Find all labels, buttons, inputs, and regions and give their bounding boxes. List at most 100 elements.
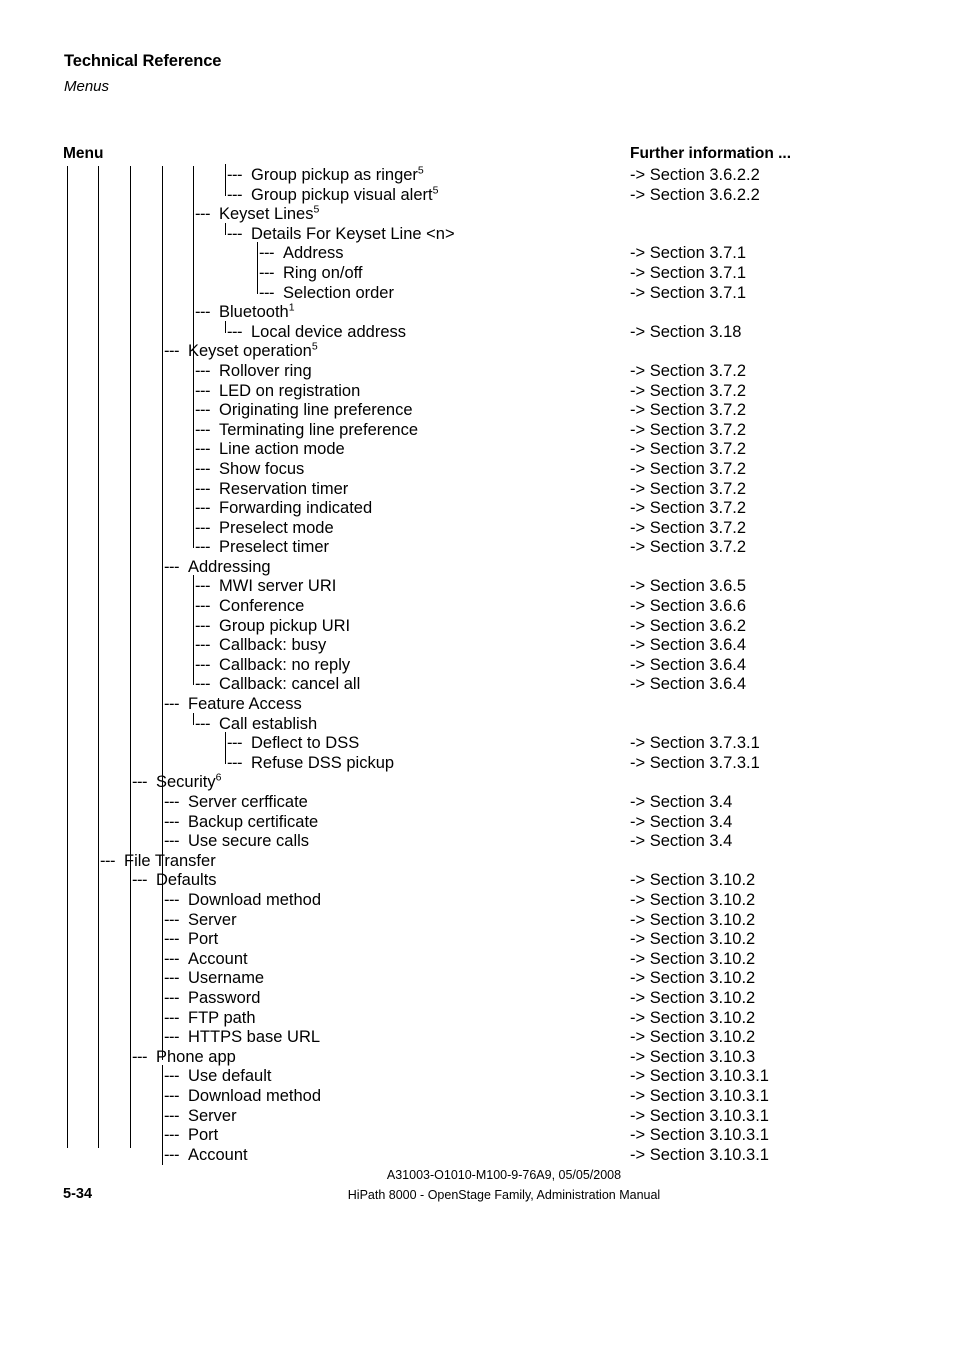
section-reference[interactable]: -> Section 3.7.2 [630, 362, 930, 382]
section-reference[interactable]: -> Section 3.10.2 [630, 969, 930, 989]
menu-item-label: FTP path [188, 1008, 256, 1027]
tree-elbow-connector-icon: --- [162, 1026, 179, 1047]
column-heading-menu: Menu [63, 145, 104, 162]
page-header-title: Technical Reference [64, 52, 222, 70]
section-reference[interactable]: -> Section 3.7.2 [630, 480, 930, 500]
menu-item-label: Use default [188, 1067, 272, 1086]
section-reference[interactable]: -> Section 3.7.1 [630, 264, 930, 284]
section-reference[interactable]: -> Section 3.10.2 [630, 1009, 930, 1029]
section-reference[interactable]: -> Section 3.7.2 [630, 519, 930, 539]
tree-tee-connector-icon: --- [130, 869, 147, 891]
section-reference[interactable]: -> Section 3.18 [630, 323, 930, 343]
section-reference[interactable]: -> Section 3.10.3.1 [630, 1067, 930, 1087]
section-reference[interactable]: -> Section 3.7.2 [630, 538, 930, 558]
footer-document-code: A31003-O1010-M100-9-76A9, 05/05/2008 [386, 1168, 622, 1182]
menu-tree-row: --- Download method [0, 888, 620, 911]
tree-elbow-connector-icon: --- [193, 536, 210, 557]
tree-tee-connector-icon: --- [193, 438, 210, 460]
section-reference[interactable]: -> Section 3.6.4 [630, 636, 930, 656]
section-reference[interactable]: -> Section 3.10.3.1 [630, 1107, 930, 1127]
menu-item-label: Selection order [283, 283, 394, 302]
tree-tee-connector-icon: --- [193, 457, 210, 480]
menu-item-label: Preselect mode [219, 518, 334, 537]
tree-tee-connector-icon: --- [193, 203, 210, 225]
tree-tee-connector-icon: --- [162, 967, 179, 989]
section-reference[interactable]: -> Section 3.10.2 [630, 950, 930, 970]
section-reference[interactable]: -> Section 3.7.2 [630, 382, 930, 402]
section-reference[interactable]: -> Section 3.4 [630, 793, 930, 813]
tree-tee-connector-icon: --- [162, 1084, 179, 1107]
section-reference[interactable]: -> Section 3.7.2 [630, 421, 930, 441]
menu-item-label: Details For Keyset Line <n> [251, 224, 455, 243]
menu-item-label: Password [188, 988, 261, 1007]
tree-elbow-connector-icon: --- [162, 693, 179, 714]
menu-item-label: Reservation timer [219, 479, 349, 498]
menu-tree-row: --- Conference [0, 595, 620, 617]
tree-tee-connector-icon: --- [257, 242, 274, 264]
section-reference[interactable]: -> Section 3.7.3.1 [630, 734, 930, 754]
section-reference[interactable]: -> Section 3.10.2 [630, 891, 930, 911]
tree-elbow-connector-icon: --- [130, 771, 147, 792]
section-reference[interactable]: -> Section 3.7.1 [630, 244, 930, 264]
section-reference[interactable]: -> Section 3.7.2 [630, 440, 930, 460]
menu-item-label: Addressing [188, 557, 271, 576]
tree-elbow-connector-icon: --- [193, 301, 210, 322]
menu-tree-row: --- Addressing [0, 555, 620, 578]
section-reference[interactable]: -> Section 3.6.4 [630, 675, 930, 695]
page-header-subtitle: Menus [64, 78, 110, 95]
tree-tee-connector-icon: --- [225, 164, 242, 186]
section-reference[interactable]: -> Section 3.4 [630, 813, 930, 833]
tree-tee-connector-icon: --- [257, 261, 274, 284]
section-reference[interactable]: -> Section 3.10.2 [630, 871, 930, 891]
tree-tee-connector-icon: --- [193, 614, 210, 637]
section-reference[interactable]: -> Section 3.10.3 [630, 1048, 930, 1068]
tree-elbow-connector-icon: --- [162, 830, 179, 851]
menu-tree-row: --- Reservation timer [0, 477, 620, 500]
menu-tree-row: --- Use secure calls [0, 830, 620, 852]
menu-tree-row: --- HTTPS base URL [0, 1026, 620, 1048]
section-reference[interactable]: -> Section 3.6.4 [630, 656, 930, 676]
footnote-marker: 1 [288, 301, 295, 314]
menu-item-label: Feature Access [188, 695, 302, 714]
section-reference[interactable]: -> Section 3.10.2 [630, 1028, 930, 1048]
menu-item-label: Rollover ring [219, 361, 312, 380]
section-reference[interactable]: -> Section 3.6.6 [630, 597, 930, 617]
section-reference[interactable]: -> Section 3.4 [630, 832, 930, 852]
menu-item-label: HTTPS base URL [188, 1028, 321, 1047]
menu-tree-row: --- Server [0, 908, 620, 931]
section-reference[interactable]: -> Section 3.7.2 [630, 401, 930, 421]
menu-tree-row: --- Originating line preference [0, 399, 620, 421]
section-reference[interactable]: -> Section 3.7.2 [630, 460, 930, 480]
section-reference[interactable]: -> Section 3.6.2.2 [630, 166, 930, 186]
menu-tree-row: --- Deflect to DSS [0, 732, 620, 754]
menu-item-label: Group pickup as ringer5 [251, 164, 424, 184]
section-reference[interactable]: -> Section 3.10.3.1 [630, 1087, 930, 1107]
section-reference[interactable]: -> Section 3.10.2 [630, 911, 930, 931]
section-reference[interactable]: -> Section 3.10.2 [630, 989, 930, 1009]
section-reference[interactable]: -> Section 3.6.5 [630, 577, 930, 597]
section-reference[interactable]: -> Section 3.6.2 [630, 617, 930, 637]
menu-tree-row: --- Callback: busy [0, 634, 620, 656]
section-reference[interactable]: -> Section 3.7.3.1 [630, 754, 930, 774]
menu-item-label: Ring on/off [283, 263, 363, 282]
tree-tee-connector-icon: --- [193, 477, 210, 500]
tree-tee-connector-icon: --- [162, 810, 179, 833]
menu-item-label: Originating line preference [219, 401, 413, 420]
tree-elbow-connector-icon: --- [225, 751, 242, 772]
column-heading-further-information: Further information ... [630, 145, 792, 162]
menu-tree-row: --- Account [0, 1143, 620, 1166]
menu-item-label: Server [188, 910, 237, 929]
tree-elbow-connector-icon: --- [193, 712, 210, 733]
menu-tree-row: --- Callback: no reply [0, 653, 620, 676]
section-reference[interactable]: -> Section 3.10.2 [630, 930, 930, 950]
section-reference[interactable]: -> Section 3.7.1 [630, 284, 930, 304]
section-reference-empty [630, 205, 930, 225]
section-reference[interactable]: -> Section 3.7.2 [630, 499, 930, 519]
section-reference[interactable]: -> Section 3.6.2.2 [630, 186, 930, 206]
section-reference[interactable]: -> Section 3.10.3.1 [630, 1146, 930, 1166]
menu-tree-row: --- Server [0, 1104, 620, 1127]
section-reference[interactable]: -> Section 3.10.3.1 [630, 1126, 930, 1146]
menu-item-label: Bluetooth1 [219, 301, 295, 322]
menu-item-label: Phone app [156, 1047, 236, 1066]
tree-tee-connector-icon: --- [193, 516, 210, 539]
